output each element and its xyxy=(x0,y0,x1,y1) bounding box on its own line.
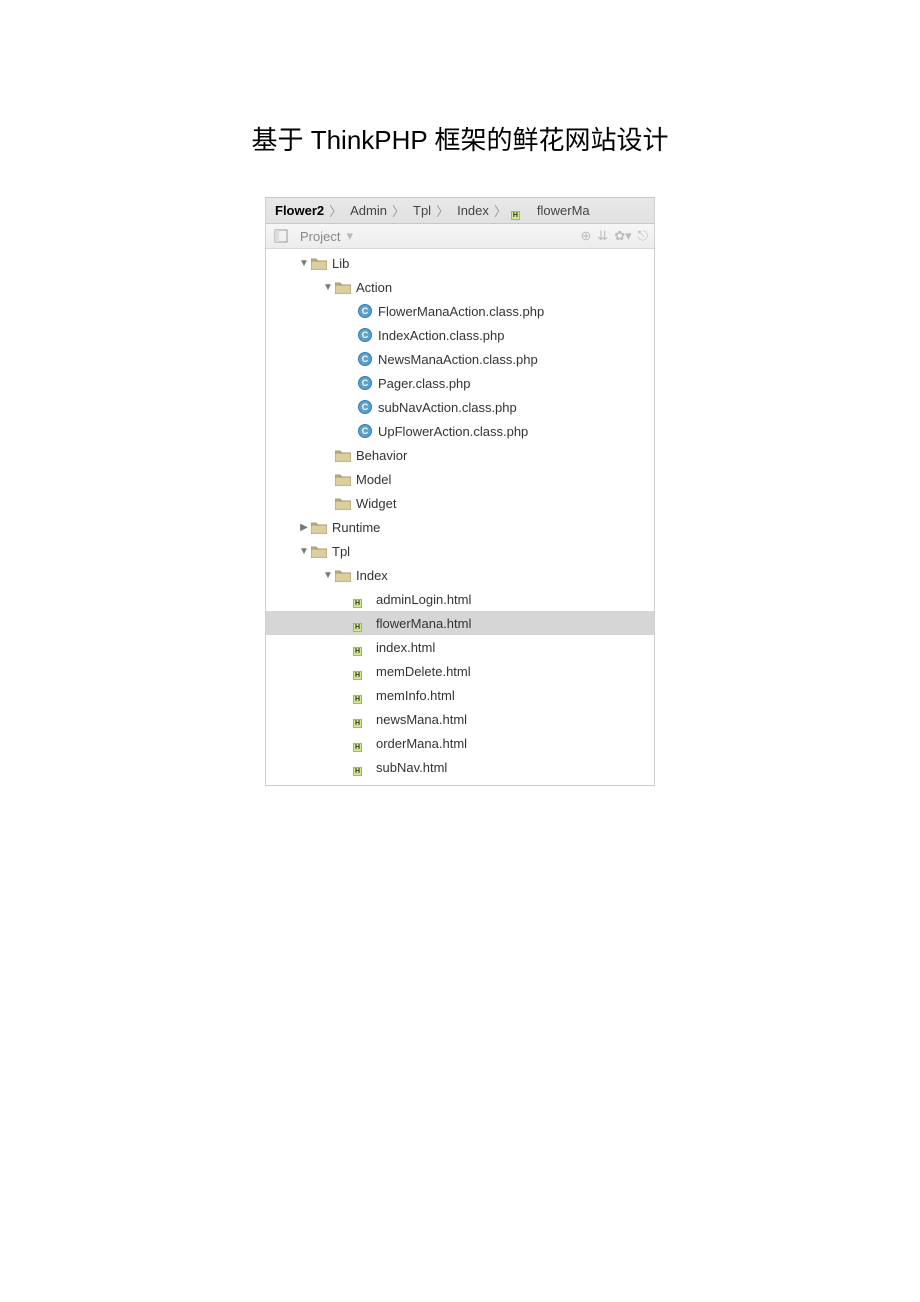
tree-label: orderMana.html xyxy=(376,736,467,751)
target-icon[interactable]: ⊕ xyxy=(580,228,591,244)
project-icon xyxy=(272,228,290,244)
hide-icon[interactable]: ⎋ xyxy=(638,228,648,244)
tree-label: Widget xyxy=(356,496,396,511)
class-icon: C xyxy=(358,424,372,438)
page-title: 基于 ThinkPHP 框架的鲜花网站设计 xyxy=(0,120,920,157)
tree-label: Action xyxy=(356,280,392,295)
dropdown-icon[interactable]: ▾ xyxy=(346,228,353,244)
tree-file-php[interactable]: CsubNavAction.class.php xyxy=(266,395,654,419)
tree-label: FlowerManaAction.class.php xyxy=(378,304,544,319)
breadcrumb-label: Index xyxy=(457,203,489,218)
html-file-icon: H xyxy=(512,203,530,219)
tree-label: UpFlowerAction.class.php xyxy=(378,424,528,439)
breadcrumb-item-root[interactable]: Flower2 xyxy=(272,203,324,218)
project-toolbar: Project ▾ ⊕ ⇊ ✿▾ ⎋ xyxy=(266,224,654,249)
tree-label: IndexAction.class.php xyxy=(378,328,504,343)
ide-panel: Flower2 〉 Admin 〉 Tpl 〉 Index 〉 H flower… xyxy=(265,197,655,786)
tree-folder-widget[interactable]: ▶Widget xyxy=(266,491,654,515)
tree-folder-model[interactable]: ▶Model xyxy=(266,467,654,491)
chevron-down-icon[interactable]: ▼ xyxy=(322,570,334,581)
tree-label: Behavior xyxy=(356,448,407,463)
folder-icon xyxy=(334,279,352,295)
html-file-icon: H xyxy=(354,759,372,775)
breadcrumb-item[interactable]: Admin xyxy=(347,203,387,218)
breadcrumb-label: Tpl xyxy=(413,203,431,218)
tree-file-html[interactable]: HmemDelete.html xyxy=(266,659,654,683)
tree-file-html[interactable]: Hindex.html xyxy=(266,635,654,659)
class-icon: C xyxy=(358,328,372,342)
tree-folder-lib[interactable]: ▼ Lib xyxy=(266,251,654,275)
chevron-down-icon[interactable]: ▼ xyxy=(298,258,310,269)
project-tree[interactable]: ▼ Lib ▼ Action C FlowerManaAction.class.p… xyxy=(266,249,654,785)
tree-label: index.html xyxy=(376,640,435,655)
collapse-icon[interactable]: ⇊ xyxy=(597,228,608,244)
tree-file-php[interactable]: C FlowerManaAction.class.php xyxy=(266,299,654,323)
breadcrumb[interactable]: Flower2 〉 Admin 〉 Tpl 〉 Index 〉 H flower… xyxy=(266,197,654,224)
project-label: Project xyxy=(300,229,340,244)
tree-file-php[interactable]: C NewsManaAction.class.php xyxy=(266,347,654,371)
tree-file-php[interactable]: C IndexAction.class.php xyxy=(266,323,654,347)
breadcrumb-label: Admin xyxy=(350,203,387,218)
tree-file-html[interactable]: HsubNav.html xyxy=(266,755,654,779)
tree-label: Runtime xyxy=(332,520,380,535)
tree-label: subNav.html xyxy=(376,760,447,775)
folder-icon xyxy=(334,567,352,583)
tree-file-html[interactable]: HadminLogin.html xyxy=(266,587,654,611)
breadcrumb-item[interactable]: Index xyxy=(454,203,489,218)
tree-label: memDelete.html xyxy=(376,664,471,679)
tree-label: Lib xyxy=(332,256,349,271)
tree-file-php[interactable]: C Pager.class.php xyxy=(266,371,654,395)
tree-label: Model xyxy=(356,472,391,487)
breadcrumb-item-file[interactable]: H flowerMa xyxy=(512,203,590,219)
tree-file-html[interactable]: HorderMana.html xyxy=(266,731,654,755)
tree-label: adminLogin.html xyxy=(376,592,471,607)
folder-icon xyxy=(310,543,328,559)
chevron-right-icon: 〉 xyxy=(329,201,342,220)
chevron-right-icon: 〉 xyxy=(494,201,507,220)
class-icon: C xyxy=(358,304,372,318)
tree-label: Pager.class.php xyxy=(378,376,471,391)
tree-label: newsMana.html xyxy=(376,712,467,727)
tree-folder-runtime[interactable]: ▶ Runtime xyxy=(266,515,654,539)
folder-icon xyxy=(334,447,352,463)
class-icon: C xyxy=(358,352,372,366)
tree-folder-tpl[interactable]: ▼ Tpl xyxy=(266,539,654,563)
tree-folder-index[interactable]: ▼Index xyxy=(266,563,654,587)
tree-file-html[interactable]: HnewsMana.html xyxy=(266,707,654,731)
folder-icon xyxy=(310,519,328,535)
folder-icon xyxy=(334,495,352,511)
tree-folder-action[interactable]: ▼ Action xyxy=(266,275,654,299)
tree-file-html-selected[interactable]: HflowerMana.html xyxy=(266,611,654,635)
tree-folder-behavior[interactable]: ▶Behavior xyxy=(266,443,654,467)
tree-file-php[interactable]: C UpFlowerAction.class.php xyxy=(266,419,654,443)
tree-label: subNavAction.class.php xyxy=(378,400,517,415)
breadcrumb-label: flowerMa xyxy=(537,203,590,218)
class-icon: C xyxy=(358,376,372,390)
tree-label: flowerMana.html xyxy=(376,616,471,631)
breadcrumb-label: Flower2 xyxy=(275,203,324,218)
chevron-right-icon: 〉 xyxy=(436,201,449,220)
tree-label: NewsManaAction.class.php xyxy=(378,352,538,367)
chevron-right-icon: 〉 xyxy=(392,201,405,220)
tree-file-html[interactable]: HmemInfo.html xyxy=(266,683,654,707)
chevron-down-icon[interactable]: ▼ xyxy=(322,282,334,293)
gear-icon[interactable]: ✿▾ xyxy=(614,228,631,244)
chevron-right-icon[interactable]: ▶ xyxy=(298,522,310,533)
tree-label: Tpl xyxy=(332,544,350,559)
chevron-down-icon[interactable]: ▼ xyxy=(298,546,310,557)
folder-icon xyxy=(310,255,328,271)
tree-label: memInfo.html xyxy=(376,688,455,703)
folder-icon xyxy=(334,471,352,487)
class-icon: C xyxy=(358,400,372,414)
breadcrumb-item[interactable]: Tpl xyxy=(410,203,431,218)
